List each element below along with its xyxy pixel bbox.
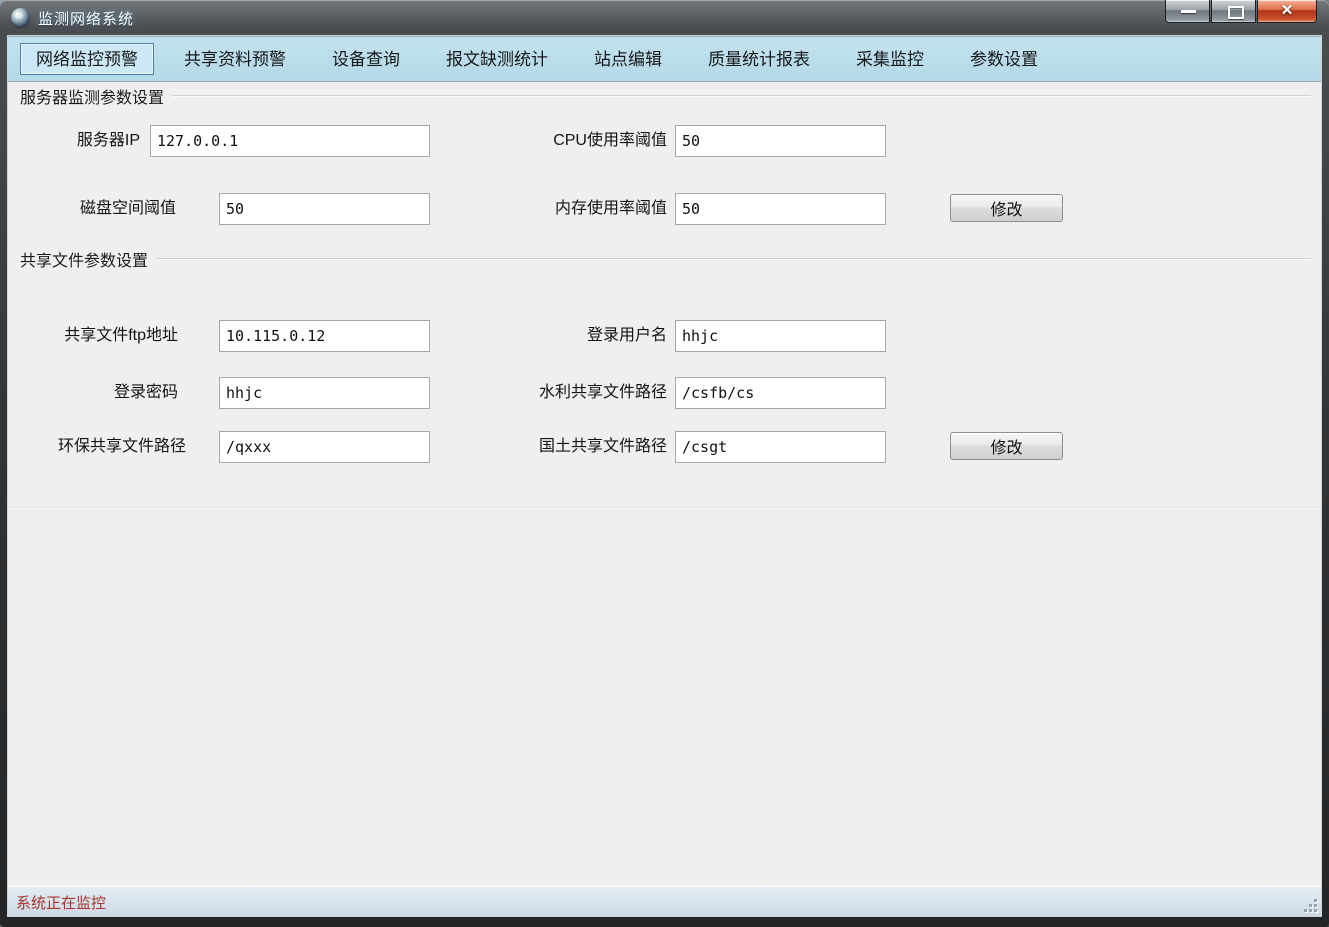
- panel-divider: [8, 507, 1321, 509]
- share-section-caption: 共享文件参数设置: [20, 247, 1311, 271]
- memory-threshold-input[interactable]: [675, 193, 886, 225]
- caption-rule: [172, 95, 1311, 97]
- client-area: 网络监控预警 共享资料预警 设备查询 报文缺测统计 站点编辑 质量统计报表 采集…: [8, 36, 1321, 916]
- land-share-path-label: 国土共享文件路径: [448, 431, 667, 463]
- env-share-path-label: 环保共享文件路径: [20, 431, 186, 463]
- tab-quality-report[interactable]: 质量统计报表: [692, 43, 826, 75]
- tab-network-monitor-warning[interactable]: 网络监控预警: [20, 43, 154, 75]
- server-ip-input[interactable]: [150, 125, 430, 157]
- login-password-input[interactable]: [219, 377, 430, 409]
- title-bar[interactable]: 监测网络系统 ✕: [0, 0, 1329, 36]
- land-share-path-input[interactable]: [675, 431, 886, 463]
- minimize-button[interactable]: [1165, 0, 1210, 23]
- close-button[interactable]: ✕: [1257, 0, 1317, 23]
- login-password-label: 登录密码: [20, 377, 178, 409]
- water-share-path-label: 水利共享文件路径: [448, 377, 667, 409]
- tab-bar: 网络监控预警 共享资料预警 设备查询 报文缺测统计 站点编辑 质量统计报表 采集…: [8, 36, 1321, 82]
- env-share-path-input[interactable]: [219, 431, 430, 463]
- ftp-address-label: 共享文件ftp地址: [20, 320, 178, 352]
- status-message: 系统正在监控: [16, 892, 106, 913]
- server-section-title: 服务器监测参数设置: [20, 84, 164, 108]
- resize-grip[interactable]: [1304, 899, 1317, 912]
- share-section-title: 共享文件参数设置: [20, 247, 148, 271]
- memory-threshold-label: 内存使用率阈值: [448, 193, 667, 225]
- tab-collection-monitor[interactable]: 采集监控: [840, 43, 940, 75]
- tab-param-settings[interactable]: 参数设置: [954, 43, 1054, 75]
- minimize-icon: [1181, 10, 1196, 13]
- server-modify-button[interactable]: 修改: [950, 194, 1063, 222]
- login-username-label: 登录用户名: [448, 320, 667, 352]
- ftp-address-input[interactable]: [219, 320, 430, 352]
- status-bar: 系统正在监控: [8, 886, 1321, 916]
- tab-station-edit[interactable]: 站点编辑: [578, 43, 678, 75]
- tab-message-missing-stats[interactable]: 报文缺测统计: [430, 43, 564, 75]
- server-section-caption: 服务器监测参数设置: [20, 84, 1311, 108]
- app-window: 监测网络系统 ✕ 网络监控预警 共享资料预警 设备查询 报文缺测统计 站点编辑 …: [0, 0, 1329, 927]
- disk-threshold-label: 磁盘空间阈值: [20, 193, 176, 225]
- close-icon: ✕: [1258, 1, 1316, 19]
- caption-rule: [156, 258, 1311, 260]
- tab-shared-data-warning[interactable]: 共享资料预警: [168, 43, 302, 75]
- maximize-icon: [1228, 6, 1244, 19]
- server-ip-label: 服务器IP: [20, 125, 140, 157]
- maximize-button[interactable]: [1211, 0, 1256, 23]
- tab-device-query[interactable]: 设备查询: [316, 43, 416, 75]
- water-share-path-input[interactable]: [675, 377, 886, 409]
- window-controls: ✕: [1164, 0, 1317, 23]
- login-username-input[interactable]: [675, 320, 886, 352]
- cpu-threshold-input[interactable]: [675, 125, 886, 157]
- cpu-threshold-label: CPU使用率阈值: [448, 125, 667, 157]
- disk-threshold-input[interactable]: [219, 193, 430, 225]
- globe-icon: [11, 8, 30, 27]
- share-modify-button[interactable]: 修改: [950, 432, 1063, 460]
- window-title: 监测网络系统: [38, 8, 134, 29]
- tab-page-network-monitor: 服务器监测参数设置 服务器IP CPU使用率阈值 磁盘空间阈值 内存使用率阈值 …: [8, 82, 1321, 886]
